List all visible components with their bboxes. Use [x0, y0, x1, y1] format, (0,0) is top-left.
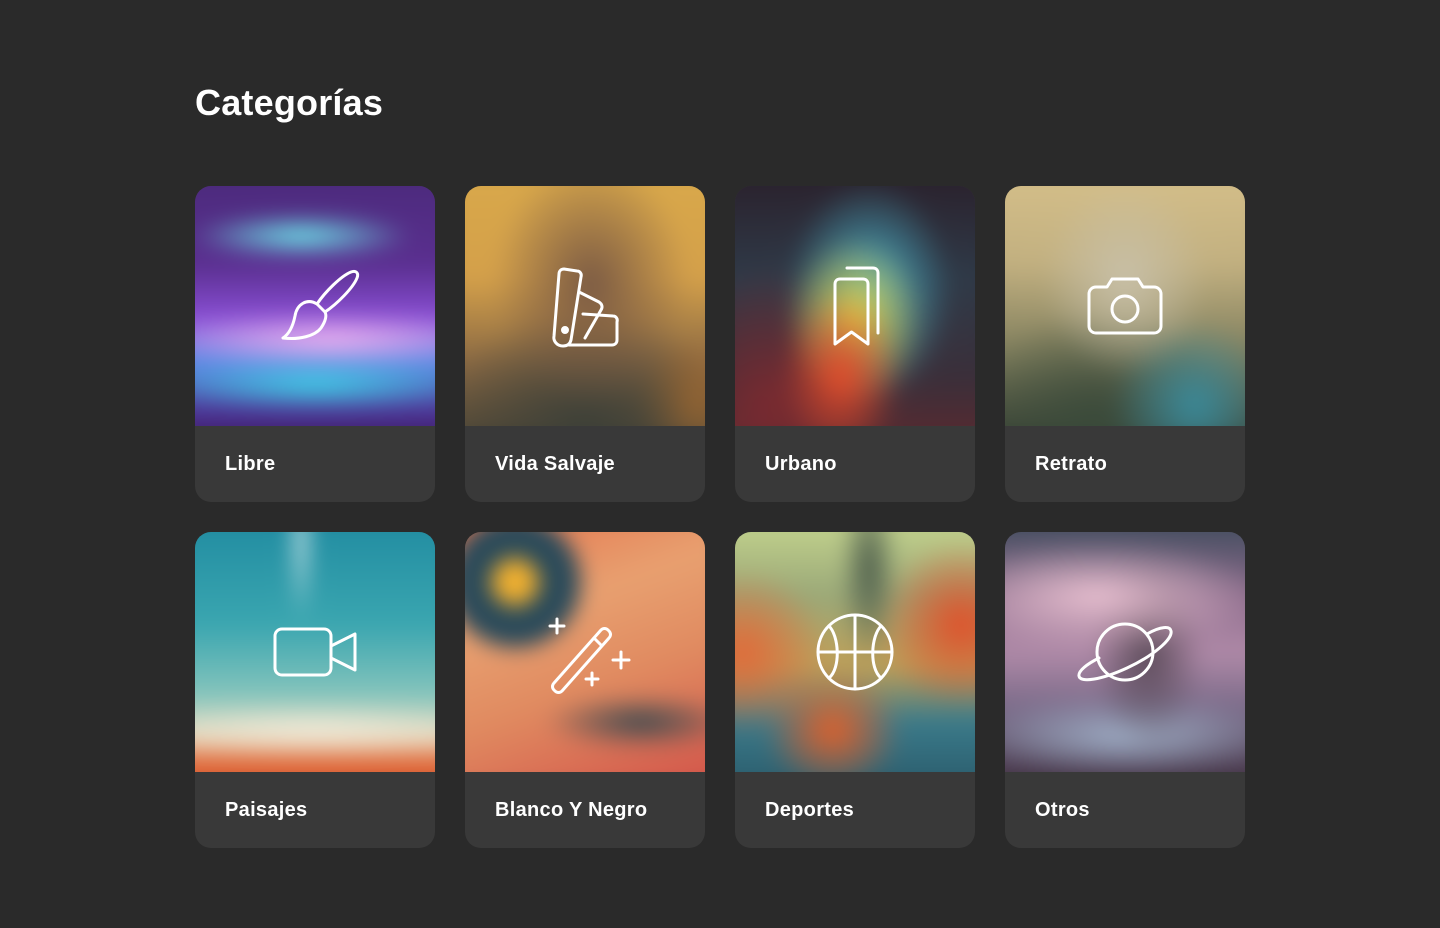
- category-card-paisajes[interactable]: Paisajes: [195, 532, 435, 848]
- category-thumbnail: [1005, 532, 1245, 772]
- category-label: Retrato: [1035, 452, 1108, 475]
- category-label: Urbano: [765, 452, 837, 475]
- category-thumbnail: [465, 186, 705, 426]
- basketball-icon: [807, 604, 903, 700]
- category-thumbnail: [465, 532, 705, 772]
- camera-icon: [1077, 258, 1173, 354]
- page-title: Categorías: [195, 82, 384, 123]
- categories-grid: Libre Vida Salvaje Urbano Retrato Paisaj…: [195, 186, 1245, 848]
- category-card-blanco-y-negro[interactable]: Blanco Y Negro: [465, 532, 705, 848]
- video-camera-icon: [267, 604, 363, 700]
- category-card-retrato[interactable]: Retrato: [1005, 186, 1245, 502]
- category-thumbnail: [195, 532, 435, 772]
- magic-wand-icon: [537, 604, 633, 700]
- categories-page: Categorías Libre Vida Salvaje Urbano Ret…: [0, 0, 1440, 928]
- category-label: Otros: [1035, 798, 1090, 821]
- category-thumbnail: [195, 186, 435, 426]
- category-card-deportes[interactable]: Deportes: [735, 532, 975, 848]
- category-label: Paisajes: [225, 798, 308, 821]
- category-card-vida-salvaje[interactable]: Vida Salvaje: [465, 186, 705, 502]
- category-thumbnail: [735, 186, 975, 426]
- category-label: Blanco Y Negro: [495, 798, 648, 821]
- category-card-urbano[interactable]: Urbano: [735, 186, 975, 502]
- category-card-libre[interactable]: Libre: [195, 186, 435, 502]
- category-thumbnail: [735, 532, 975, 772]
- color-swatch-icon: [537, 258, 633, 354]
- category-label: Deportes: [765, 798, 855, 821]
- paintbrush-icon: [267, 258, 363, 354]
- category-thumbnail: [1005, 186, 1245, 426]
- category-card-otros[interactable]: Otros: [1005, 532, 1245, 848]
- category-label: Libre: [225, 452, 276, 475]
- planet-icon: [1077, 604, 1173, 700]
- category-label: Vida Salvaje: [495, 452, 615, 475]
- bookmarks-icon: [807, 258, 903, 354]
